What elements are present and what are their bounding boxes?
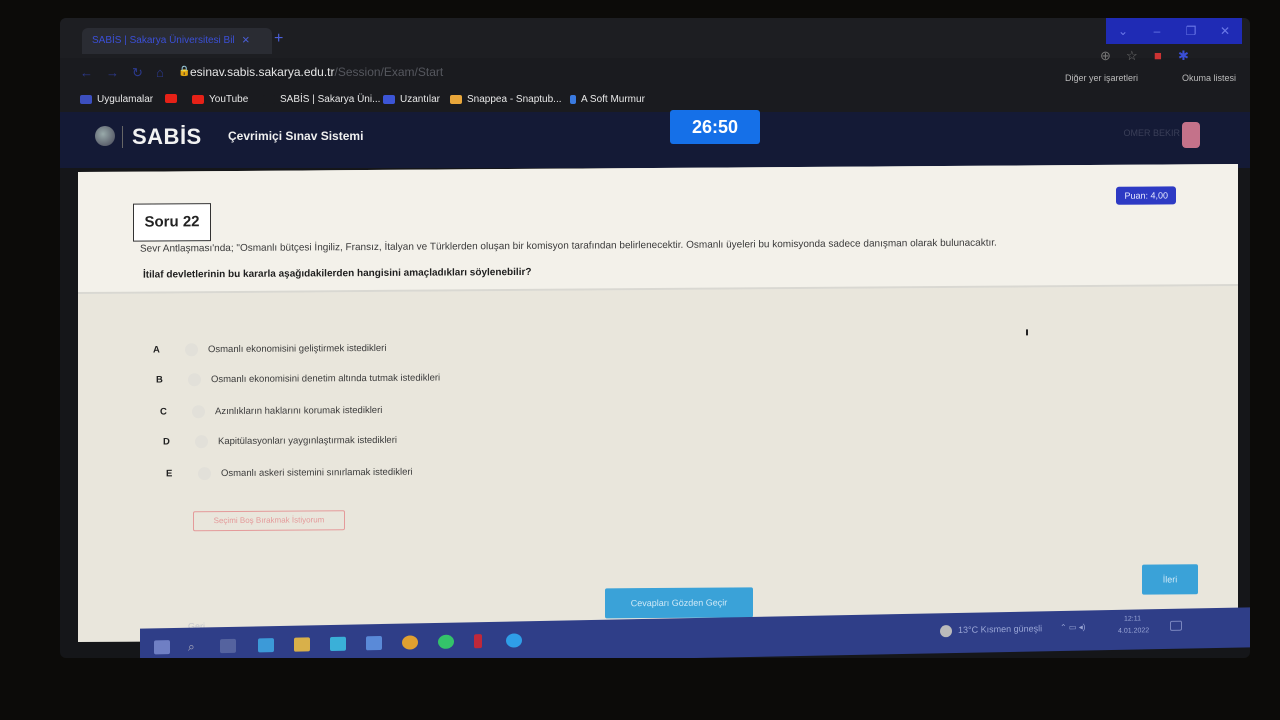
back-icon[interactable]: ← <box>80 65 93 80</box>
app-icon[interactable] <box>258 638 274 653</box>
option-e[interactable]: E Osmanlı askeri sistemini sınırlamak is… <box>166 466 413 481</box>
option-a[interactable]: A Osmanlı ekonomisini geliştirmek istedi… <box>153 342 386 357</box>
reading-list[interactable]: Okuma listesi <box>1182 73 1236 83</box>
option-radio[interactable] <box>192 405 205 419</box>
minimize-icon[interactable]: – <box>1140 18 1174 44</box>
close-tab-icon[interactable]: × <box>242 32 250 47</box>
bookmark-star-icon[interactable]: ☆ <box>1126 48 1138 64</box>
restore-icon[interactable]: ❐ <box>1174 18 1208 44</box>
start-icon[interactable] <box>154 640 170 655</box>
option-radio[interactable] <box>185 343 198 357</box>
search-icon[interactable]: ⌕ <box>188 639 204 654</box>
avatar[interactable] <box>1182 122 1200 148</box>
youtube-icon <box>165 94 177 103</box>
site-title: Çevrimiçi Sınav Sistemi <box>228 129 364 143</box>
mouse-cursor <box>1026 329 1028 336</box>
clock-time[interactable]: 12:11 <box>1124 615 1141 622</box>
question-text: Sevr Antlaşması'nda; "Osmanlı bütçesi İn… <box>140 237 997 255</box>
bookmark-youtube-shortcut[interactable] <box>165 94 177 103</box>
clear-selection-button[interactable]: Seçimi Boş Bırakmak İstiyorum <box>193 510 345 532</box>
window-controls: ⌄ – ❐ ✕ <box>1106 18 1242 44</box>
netflix-icon[interactable] <box>474 634 482 649</box>
option-c[interactable]: C Azınlıkların haklarını korumak istedik… <box>160 404 382 419</box>
bookmark-apps[interactable]: Uygulamalar <box>80 94 153 105</box>
option-b[interactable]: B Osmanlı ekonomisini denetim altında tu… <box>156 372 440 387</box>
tab-search-icon[interactable]: ⌄ <box>1106 18 1140 44</box>
url-host: esinav.sabis.sakarya.edu.tr <box>190 65 335 79</box>
clock-date[interactable]: 4.01.2022 <box>1118 627 1149 635</box>
notification-icon[interactable] <box>1170 620 1182 631</box>
forward-icon[interactable]: → <box>106 65 119 80</box>
task-view-icon[interactable] <box>220 638 236 654</box>
review-answers-button[interactable]: Cevapları Gözden Geçir <box>605 587 753 619</box>
browser-tab-bar: SABİS | Sakarya Üniversitesi Bil × + ⌄ –… <box>60 18 1250 58</box>
option-text: Kapitülasyonları yaygınlaştırmak istedik… <box>218 434 397 448</box>
close-window-icon[interactable]: ✕ <box>1208 18 1242 44</box>
tray-icons[interactable]: ⌃ ▭ ◂) <box>1060 623 1085 632</box>
snappea-icon <box>450 95 462 104</box>
question-prompt: İtilaf devletlerinin bu kararla aşağıdak… <box>143 266 532 281</box>
option-letter: B <box>156 374 163 386</box>
app-icon[interactable] <box>366 636 382 651</box>
option-radio[interactable] <box>195 435 208 449</box>
exam-timer: 26:50 <box>670 110 760 144</box>
option-d[interactable]: D Kapitülasyonları yaygınlaştırmak isted… <box>163 434 397 449</box>
home-icon[interactable]: ⌂ <box>156 65 164 80</box>
points-badge: Puan: 4,00 <box>1116 186 1176 205</box>
reload-icon[interactable]: ↻ <box>132 65 143 81</box>
option-text: Osmanlı ekonomisini geliştirmek istedikl… <box>208 342 387 356</box>
option-letter: C <box>160 406 167 418</box>
lock-icon[interactable]: 🔒 <box>178 66 190 77</box>
url-field[interactable]: esinav.sabis.sakarya.edu.tr/Session/Exam… <box>190 65 443 79</box>
drop-icon <box>570 95 576 104</box>
bookmark-snappea[interactable]: Snappea - Snaptub... <box>450 94 562 105</box>
edge-icon[interactable] <box>506 633 522 648</box>
other-bookmarks[interactable]: Diğer yer işaretleri <box>1065 73 1138 83</box>
next-button[interactable]: İleri <box>1142 564 1198 595</box>
new-tab-icon[interactable]: + <box>274 30 283 48</box>
user-name[interactable]: OMER BEKIR <box>1123 128 1180 138</box>
question-panel: Soru 22 Puan: 4,00 Sevr Antlaşması'nda; … <box>78 163 1238 643</box>
sabis-icon <box>263 95 275 104</box>
extension-icon[interactable]: ■ <box>1154 48 1162 63</box>
question-header: Soru 22 Puan: 4,00 Sevr Antlaşması'nda; … <box>78 163 1238 295</box>
question-number: Soru 22 <box>133 203 211 242</box>
puzzle-icon[interactable]: ✱ <box>1178 48 1189 64</box>
logo-divider <box>122 126 123 148</box>
weather-icon <box>940 625 952 638</box>
tab-title: SABİS | Sakarya Üniversitesi Bil <box>92 35 235 46</box>
site-logo[interactable]: SABİS <box>132 124 202 150</box>
option-letter: E <box>166 468 173 480</box>
bookmark-sabis[interactable]: SABİS | Sakarya Üni... <box>263 94 380 105</box>
option-radio[interactable] <box>198 467 211 481</box>
option-text: Osmanlı askeri sistemini sınırlamak iste… <box>221 466 413 480</box>
option-text: Osmanlı ekonomisini denetim altında tutm… <box>211 372 441 386</box>
bookmark-soft-murmur[interactable]: A Soft Murmur <box>570 94 645 105</box>
url-path: /Session/Exam/Start <box>334 65 444 79</box>
mail-icon[interactable] <box>330 636 346 652</box>
site-header: SABİS Çevrimiçi Sınav Sistemi 26:50 OMER… <box>60 110 1250 168</box>
bookmarks-bar: Uygulamalar YouTube SABİS | Sakarya Üni.… <box>60 88 1250 112</box>
share-icon[interactable]: ⊕ <box>1100 48 1111 64</box>
whatsapp-icon[interactable] <box>438 634 454 649</box>
option-text: Azınlıkların haklarını korumak istedikle… <box>215 404 383 418</box>
file-explorer-icon[interactable] <box>294 637 310 652</box>
youtube-icon <box>192 95 204 104</box>
option-letter: D <box>163 436 170 448</box>
bookmark-extensions[interactable]: Uzantılar <box>383 94 440 105</box>
puzzle-icon <box>383 95 395 104</box>
weather-text[interactable]: 13°C Kısmen güneşli <box>958 623 1042 635</box>
apps-grid-icon <box>80 95 92 104</box>
laptop-screen: SABİS | Sakarya Üniversitesi Bil × + ⌄ –… <box>60 18 1250 658</box>
globe-icon <box>95 126 115 146</box>
option-letter: A <box>153 344 160 356</box>
option-radio[interactable] <box>188 373 201 387</box>
bookmark-youtube[interactable]: YouTube <box>192 94 248 105</box>
chrome-icon[interactable] <box>402 635 418 650</box>
